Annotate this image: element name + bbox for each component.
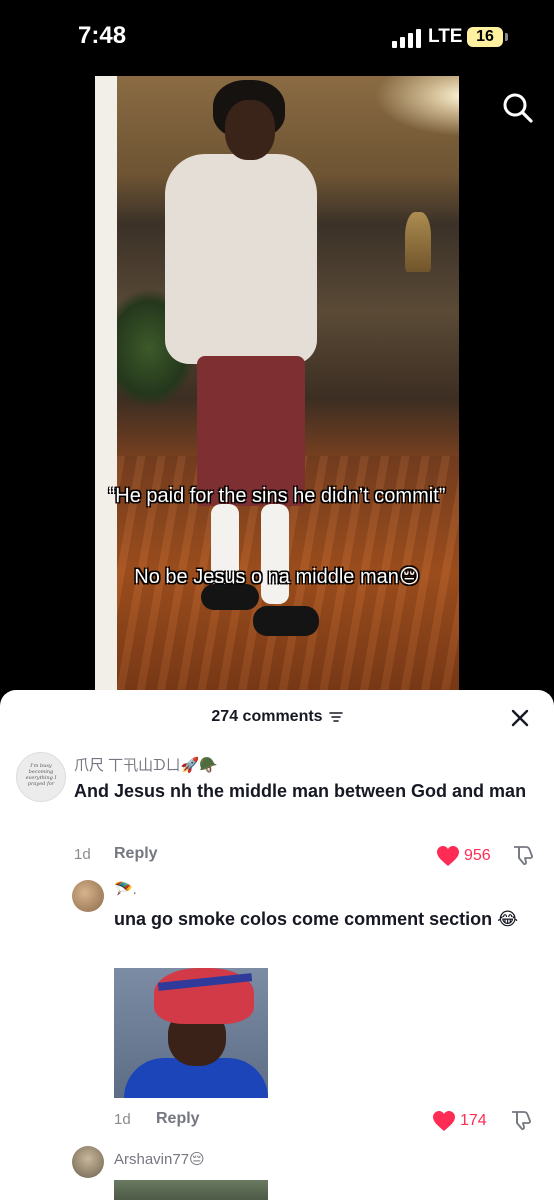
video-person-sock — [261, 504, 289, 604]
comment-date: 1d — [114, 1111, 131, 1128]
comments-header: 274 comments — [0, 690, 554, 746]
avatar[interactable] — [72, 1146, 104, 1178]
comment-date: 1d — [74, 846, 91, 863]
avatar-text: I'm busy becoming everything I prayed fo… — [25, 763, 57, 787]
status-bar: 7:48 LTE 16 — [0, 0, 554, 72]
reply-button[interactable]: Reply — [156, 1110, 200, 1128]
comments-sheet: 274 comments I'm busy becoming everythin… — [0, 690, 554, 1200]
search-button[interactable] — [500, 90, 536, 126]
signal-icon — [392, 28, 422, 48]
reply-button[interactable]: Reply — [114, 845, 158, 863]
status-time: 7:48 — [78, 22, 127, 49]
video-scene-chandelier — [405, 212, 431, 272]
video-person-face — [225, 100, 275, 160]
comment-text: And Jesus nh the middle man between God … — [74, 781, 527, 801]
video-caption-subtitle: No be Jesus o na middle man😔 — [134, 566, 420, 588]
comment-count[interactable]: 274 comments — [0, 708, 554, 726]
comment-username[interactable]: 🪂. — [114, 880, 137, 898]
close-icon[interactable] — [508, 706, 532, 730]
network-type: LTE — [428, 26, 463, 47]
avatar[interactable] — [72, 880, 104, 912]
dislike-button[interactable] — [510, 1109, 532, 1136]
video-caption-quote: “He paid for the sins he didn’t commit” — [108, 485, 446, 507]
thumbs-down-icon — [512, 1111, 531, 1131]
video-person-slide — [253, 606, 319, 636]
dislike-button[interactable] — [512, 844, 534, 871]
comment-image[interactable] — [114, 968, 268, 1098]
comment-image[interactable] — [114, 1180, 268, 1200]
like-count: 956 — [464, 847, 491, 864]
thumbs-down-icon — [514, 846, 533, 866]
comment-username[interactable]: 爪尺 丅卂山ᗪㄩ🚀🪖 — [74, 754, 218, 775]
battery-icon: 16 — [467, 27, 508, 47]
video-player[interactable]: “He paid for the sins he didn’t commit” … — [95, 76, 459, 696]
avatar[interactable]: I'm busy becoming everything I prayed fo… — [16, 752, 66, 802]
comment-text: una go smoke colos come comment section … — [114, 909, 519, 929]
search-icon — [503, 93, 533, 123]
like-button[interactable]: 956 — [436, 845, 491, 867]
heart-icon — [437, 846, 459, 866]
sort-icon[interactable] — [328, 711, 343, 723]
heart-icon — [433, 1111, 455, 1131]
video-person-hoodie — [165, 154, 317, 364]
like-button[interactable]: 174 — [432, 1110, 487, 1132]
comment-username[interactable]: Arshavin77😔 — [114, 1150, 205, 1168]
comment-count-label: 274 comments — [211, 708, 323, 725]
like-count: 174 — [460, 1112, 487, 1129]
video-scene-wall — [95, 76, 117, 696]
